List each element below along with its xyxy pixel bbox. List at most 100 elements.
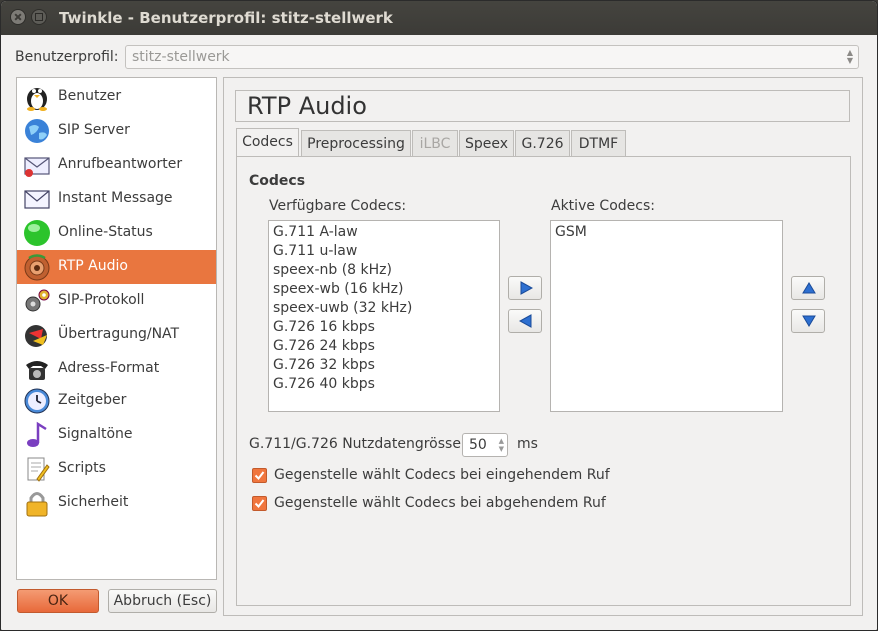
cancel-button-label: Abbruch (Esc) [113,593,212,609]
ok-button[interactable]: OK [17,589,99,613]
title-bar: Twinkle - Benutzerprofil: stitz-stellwer… [1,1,877,35]
sidebar-item-uebertragung-nat[interactable]: Übertragung/NAT [17,318,216,352]
list-item[interactable]: GSM [551,223,782,242]
arrow-up-icon [802,282,816,294]
list-item[interactable]: G.711 u-law [269,242,499,261]
list-item[interactable]: G.726 32 kbps [269,356,499,375]
arrow-down-icon [802,315,816,327]
page-title: RTP Audio [235,90,850,122]
padlock-icon [26,492,48,517]
speaker-icon [24,254,50,281]
remove-codec-button[interactable] [508,309,542,333]
sidebar-item-label: Instant Message [58,190,173,206]
payload-size-value: 50 [469,437,487,453]
combo-arrows-icon: ▲ ▼ [846,48,853,65]
profile-value: stitz-stellwerk [132,49,230,65]
music-note-icon [27,421,47,447]
category-list: Benutzer SIP Server Anrufbeantworter Ins… [16,77,217,580]
tab-g726[interactable]: G.726 [515,130,570,157]
active-codecs-label: Aktive Codecs: [551,198,655,214]
window-title: Twinkle - Benutzerprofil: stitz-stellwer… [59,9,393,27]
move-codec-up-button[interactable] [791,276,825,300]
transfer-icon [25,325,47,347]
payload-unit-label: ms [517,436,538,452]
list-item[interactable]: G.711 A-law [269,223,499,242]
incoming-codec-checkbox[interactable] [252,468,267,483]
sidebar-item-instant-message[interactable]: Instant Message [17,182,216,216]
sidebar-item-sicherheit[interactable]: Sicherheit [17,486,216,520]
tab-label: Codecs [242,134,293,150]
dialog-window: Twinkle - Benutzerprofil: stitz-stellwer… [0,0,878,631]
penguin-icon [27,88,47,111]
tab-codecs[interactable]: Codecs [236,128,299,156]
sidebar-item-scripts[interactable]: Scripts [17,452,216,486]
active-codecs-list[interactable]: GSM [550,220,783,412]
sidebar-item-label: SIP-Protokoll [58,292,145,308]
tab-preprocessing[interactable]: Preprocessing [301,130,411,157]
sidebar-item-label: Adress-Format [58,360,160,376]
checkmark-icon [254,471,265,481]
globe-icon [25,119,49,143]
sidebar-item-rtp-audio[interactable]: RTP Audio [17,250,216,284]
outgoing-codec-checkbox[interactable] [252,496,267,511]
close-window-button[interactable] [10,9,26,25]
voicemail-envelope-icon [24,157,50,177]
clock-icon [24,388,50,414]
tab-label: DTMF [578,136,619,152]
telephone-icon [26,361,48,380]
tab-label: iLBC [419,136,451,152]
list-item[interactable]: G.726 16 kbps [269,318,499,337]
sidebar-item-sip-protokoll[interactable]: SIP-Protokoll [17,284,216,318]
sidebar-item-label: Sicherheit [58,494,129,510]
sidebar-item-zeitgeber[interactable]: Zeitgeber [17,384,216,418]
tab-speex[interactable]: Speex [459,130,514,157]
maximize-window-button[interactable] [31,9,47,25]
sidebar-item-label: Online-Status [58,224,153,240]
sidebar-item-label: Signaltöne [58,426,133,442]
sidebar-item-benutzer[interactable]: Benutzer [17,80,216,114]
profile-combobox[interactable]: stitz-stellwerk ▲ ▼ [125,45,859,69]
cancel-button[interactable]: Abbruch (Esc) [108,589,217,613]
available-codecs-list[interactable]: G.711 A-law G.711 u-law speex-nb (8 kHz)… [268,220,500,412]
ok-button-label: OK [47,593,69,609]
sidebar-item-signaltoene[interactable]: Signaltöne [17,418,216,452]
arrow-left-icon [519,314,532,328]
checkmark-icon [254,499,265,509]
tab-dtmf[interactable]: DTMF [571,130,626,157]
sidebar-item-label: Scripts [58,460,106,476]
payload-size-label: G.711/G.726 Nutzdatengrösse: [249,436,466,452]
codecs-section-title: Codecs [249,173,306,189]
gears-icon [25,289,50,312]
add-codec-button[interactable] [508,276,542,300]
available-codecs-label: Verfügbare Codecs: [269,198,407,214]
move-codec-down-button[interactable] [791,309,825,333]
list-item[interactable]: speex-wb (16 kHz) [269,280,499,299]
payload-size-spinbox[interactable]: 50 ▲ ▼ [462,433,508,457]
list-item[interactable]: speex-uwb (32 kHz) [269,299,499,318]
sidebar-item-online-status[interactable]: Online-Status [17,216,216,250]
sidebar-item-anrufbeantworter[interactable]: Anrufbeantworter [17,148,216,182]
sidebar-item-sip-server[interactable]: SIP Server [17,114,216,148]
list-item[interactable]: G.726 24 kbps [269,337,499,356]
outgoing-codec-label[interactable]: Gegenstelle wählt Codecs bei abgehendem … [274,495,606,511]
envelope-icon [24,190,50,209]
list-item[interactable]: speex-nb (8 kHz) [269,261,499,280]
arrow-right-icon [520,281,533,295]
script-icon [27,457,50,482]
profile-label: Benutzerprofil: [15,49,119,65]
sidebar-item-label: Benutzer [58,88,122,104]
sidebar-item-adress-format[interactable]: Adress-Format [17,352,216,386]
sidebar-item-label: SIP Server [58,122,130,138]
list-item[interactable]: G.726 40 kbps [269,375,499,394]
sidebar-item-label: Zeitgeber [58,392,127,408]
tab-label: G.726 [521,136,564,152]
incoming-codec-label[interactable]: Gegenstelle wählt Codecs bei eingehendem… [274,467,610,483]
green-status-icon [24,220,50,246]
sidebar-item-label: Übertragung/NAT [58,326,180,342]
sidebar-item-label: Anrufbeantworter [58,156,183,172]
tab-ilbc: iLBC [412,130,458,157]
spin-arrows-icon[interactable]: ▲ ▼ [499,437,504,453]
tab-label: Preprocessing [307,136,405,152]
tab-label: Speex [464,136,509,152]
sidebar-item-label: RTP Audio [58,258,128,274]
